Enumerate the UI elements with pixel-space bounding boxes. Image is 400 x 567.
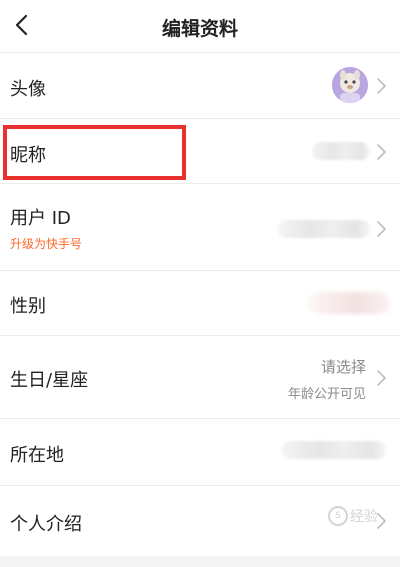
location-value-blurred <box>282 441 386 459</box>
top-bar: 编辑资料 <box>0 0 400 53</box>
user-id-value-blurred <box>278 220 370 238</box>
bottom-divider-strip <box>0 556 400 567</box>
chevron-right-icon <box>377 144 386 160</box>
row-user-id[interactable]: 用户 ID 升级为快手号 <box>0 184 400 271</box>
age-visibility-note: 年龄公开可见 <box>287 387 366 402</box>
chevron-right-icon <box>377 370 386 386</box>
avatar-image <box>332 67 368 103</box>
row-avatar[interactable]: 头像 <box>0 53 400 119</box>
watermark-text: 经验 <box>350 509 378 525</box>
highlight-box <box>3 125 186 180</box>
chevron-right-icon <box>377 221 386 237</box>
watermark-logo-icon: S <box>328 506 348 526</box>
avatar-label: 头像 <box>10 79 46 100</box>
birthday-label: 生日/星座 <box>10 370 89 391</box>
gender-label: 性别 <box>10 296 46 317</box>
avatar[interactable] <box>332 67 368 103</box>
row-birthday[interactable]: 生日/星座 请选择 年龄公开可见 <box>0 336 400 419</box>
page-title: 编辑资料 <box>161 18 238 40</box>
upgrade-link[interactable]: 升级为快手号 <box>10 235 82 252</box>
birthday-value: 请选择 <box>320 358 366 376</box>
location-label: 所在地 <box>10 445 64 466</box>
intro-label: 个人介绍 <box>10 514 82 535</box>
row-location[interactable]: 所在地 <box>0 419 400 486</box>
chevron-right-icon <box>377 78 386 94</box>
row-gender[interactable]: 性别 <box>0 271 400 336</box>
watermark: S 经验 <box>328 506 378 526</box>
nickname-value-blurred <box>312 142 370 160</box>
user-id-label: 用户 ID <box>10 208 71 229</box>
gender-value-blurred <box>308 292 390 314</box>
